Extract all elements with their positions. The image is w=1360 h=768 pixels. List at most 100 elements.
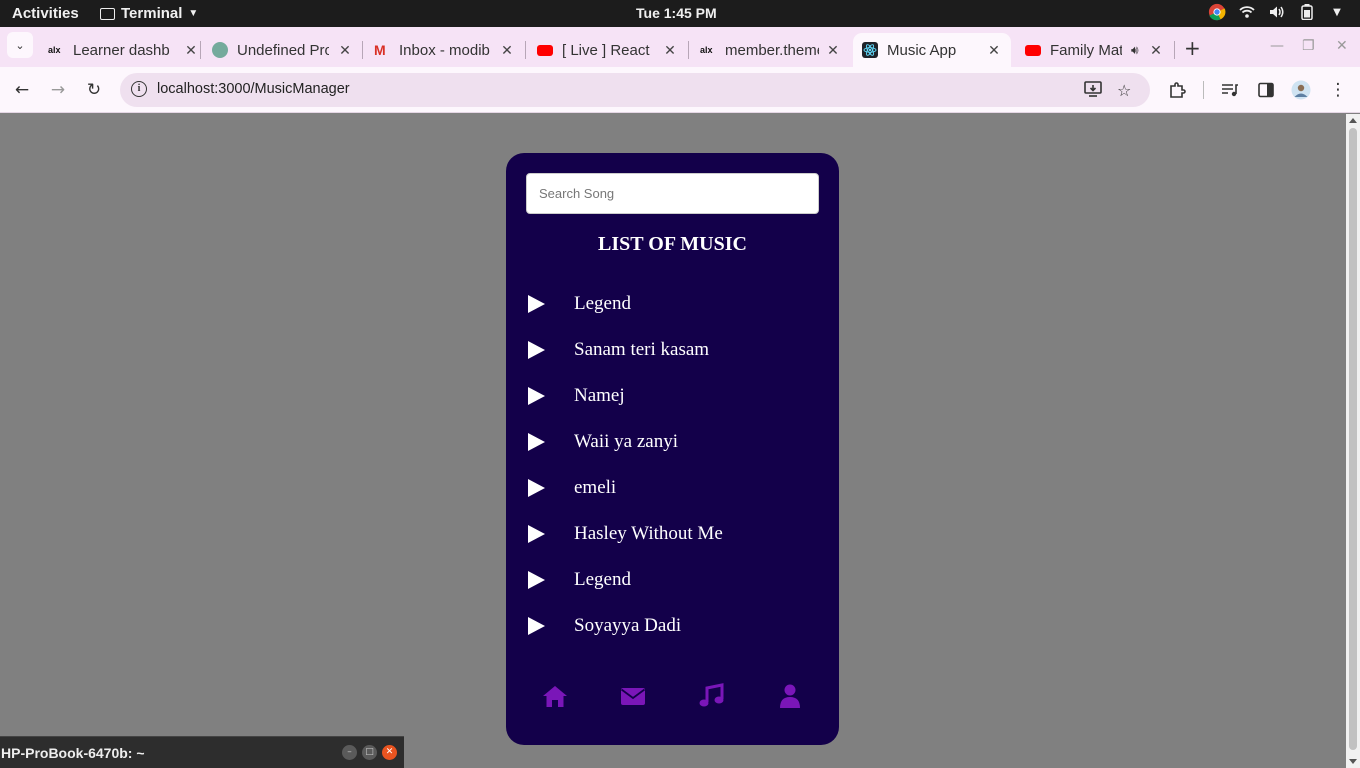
close-tab-icon[interactable]: ✕ xyxy=(500,42,514,59)
install-app-icon[interactable] xyxy=(1084,81,1102,101)
music-app-card: LIST OF MUSIC Legend Sanam teri kasam Na… xyxy=(506,153,839,745)
tab-title: Family Mat xyxy=(1050,41,1122,59)
tab-inbox[interactable]: M Inbox - modib ✕ xyxy=(374,33,514,67)
browser-tab-strip: ⌄ alx Learner dashb ✕ Undefined Pro ✕ M … xyxy=(0,27,1360,67)
bookmark-star-icon[interactable]: ☆ xyxy=(1117,81,1131,100)
media-controls-icon[interactable] xyxy=(1219,79,1241,101)
song-item[interactable]: Legend xyxy=(526,557,826,603)
song-name: emeli xyxy=(574,477,617,498)
song-name: Soyayya Dadi xyxy=(574,615,682,636)
play-icon[interactable] xyxy=(528,479,545,497)
gmail-favicon-icon: M xyxy=(374,42,386,58)
close-tab-icon[interactable]: ✕ xyxy=(826,42,840,59)
kebab-menu-icon[interactable]: ⋮ xyxy=(1327,79,1349,101)
profile-avatar-icon[interactable] xyxy=(1290,79,1312,101)
volume-icon[interactable] xyxy=(1268,3,1286,21)
play-icon[interactable] xyxy=(528,295,545,313)
play-icon[interactable] xyxy=(528,433,545,451)
tab-title: Music App xyxy=(887,41,957,59)
song-item[interactable]: Namej xyxy=(526,373,826,419)
clock[interactable]: Tue 1:45 PM xyxy=(636,5,717,21)
tab-title: Inbox - modib xyxy=(399,41,490,59)
close-icon[interactable]: ✕ xyxy=(382,745,397,760)
minimize-icon[interactable]: – xyxy=(342,745,357,760)
tab-divider xyxy=(525,41,526,59)
play-icon[interactable] xyxy=(528,617,545,635)
chatgpt-favicon-icon xyxy=(212,42,228,58)
terminal-window[interactable]: HP-ProBook-6470b: ~ – □ ✕ xyxy=(0,736,404,768)
minimize-window-icon[interactable]: — xyxy=(1270,38,1284,54)
play-icon[interactable] xyxy=(528,387,545,405)
forward-arrow-icon[interactable]: → xyxy=(47,79,69,101)
song-item[interactable]: emeli xyxy=(526,465,826,511)
youtube-favicon-icon xyxy=(1025,44,1041,56)
new-tab-plus-icon[interactable]: + xyxy=(1184,36,1201,60)
system-menu-chevron-icon[interactable]: ▼ xyxy=(1328,3,1346,21)
song-name: Legend xyxy=(574,569,631,590)
home-icon[interactable] xyxy=(541,683,569,711)
tab-member-theme[interactable]: alx member.theme ✕ xyxy=(700,33,840,67)
page-scrollbar[interactable] xyxy=(1346,114,1360,768)
scroll-up-arrow-icon[interactable] xyxy=(1349,118,1357,123)
address-bar[interactable]: i localhost:3000/MusicManager ☆ xyxy=(120,73,1150,107)
terminal-app-label: Terminal xyxy=(121,5,183,22)
chrome-icon[interactable] xyxy=(1208,3,1226,21)
tab-family-matters[interactable]: Family Mat 🔊︎ ✕ xyxy=(1025,33,1163,67)
play-icon[interactable] xyxy=(528,341,545,359)
tab-music-app[interactable]: Music App ✕ xyxy=(853,33,1011,67)
close-tab-icon[interactable]: ✕ xyxy=(1149,42,1163,59)
youtube-favicon-icon xyxy=(537,44,553,56)
scroll-down-arrow-icon[interactable] xyxy=(1349,759,1357,764)
activities-button[interactable]: Activities xyxy=(12,5,79,22)
scrollbar-thumb[interactable] xyxy=(1349,128,1357,750)
site-info-icon[interactable]: i xyxy=(131,81,147,97)
song-list: Legend Sanam teri kasam Namej Waii ya za… xyxy=(526,281,826,649)
close-tab-icon[interactable]: ✕ xyxy=(987,42,1001,59)
close-tab-icon[interactable]: ✕ xyxy=(184,42,198,59)
system-top-bar: Activities Terminal ▼ Tue 1:45 PM ▼ xyxy=(0,0,1360,27)
tab-title: Undefined Pro xyxy=(237,41,329,59)
search-song-input[interactable] xyxy=(526,173,819,214)
tab-divider xyxy=(688,41,689,59)
list-title: LIST OF MUSIC xyxy=(598,233,747,255)
song-name: Legend xyxy=(574,293,631,314)
extensions-puzzle-icon[interactable] xyxy=(1166,79,1188,101)
tab-undefined-project[interactable]: Undefined Pro ✕ xyxy=(212,33,352,67)
tab-learner-dashboard[interactable]: alx Learner dashb ✕ xyxy=(48,33,198,67)
react-favicon-icon xyxy=(862,42,878,58)
song-item[interactable]: Waii ya zanyi xyxy=(526,419,826,465)
close-tab-icon[interactable]: ✕ xyxy=(338,42,352,59)
tab-title: Learner dashb xyxy=(73,41,170,59)
song-item[interactable]: Soyayya Dadi xyxy=(526,603,826,649)
play-icon[interactable] xyxy=(528,525,545,543)
song-name: Hasley Without Me xyxy=(574,523,723,544)
song-item[interactable]: Legend xyxy=(526,281,826,327)
song-item[interactable]: Sanam teri kasam xyxy=(526,327,826,373)
user-icon[interactable] xyxy=(776,683,804,711)
song-name: Namej xyxy=(574,385,625,406)
wifi-icon[interactable] xyxy=(1238,3,1256,21)
mail-icon[interactable] xyxy=(619,683,647,711)
music-note-icon[interactable] xyxy=(698,683,726,711)
restore-window-icon[interactable]: ❐ xyxy=(1302,38,1315,54)
tab-title: [ Live ] React xyxy=(562,41,650,59)
browser-toolbar: ← → ↻ i localhost:3000/MusicManager ☆ ⋮ xyxy=(0,67,1360,113)
terminal-app-menu[interactable]: Terminal ▼ xyxy=(100,5,198,22)
tab-search-chevron-icon[interactable]: ⌄ xyxy=(7,32,33,58)
audio-playing-icon[interactable]: 🔊︎ xyxy=(1131,43,1139,58)
reload-icon[interactable]: ↻ xyxy=(83,79,105,101)
maximize-icon[interactable]: □ xyxy=(362,745,377,760)
chevron-down-icon: ▼ xyxy=(188,8,199,19)
close-tab-icon[interactable]: ✕ xyxy=(663,42,677,59)
battery-icon[interactable] xyxy=(1298,3,1316,21)
play-icon[interactable] xyxy=(528,571,545,589)
song-item[interactable]: Hasley Without Me xyxy=(526,511,826,557)
tab-live-react[interactable]: [ Live ] React ✕ xyxy=(537,33,677,67)
bottom-navigation xyxy=(506,683,839,713)
back-arrow-icon[interactable]: ← xyxy=(11,79,33,101)
side-panel-icon[interactable] xyxy=(1255,79,1277,101)
close-window-icon[interactable]: ✕ xyxy=(1336,38,1348,54)
url-text[interactable]: localhost:3000/MusicManager xyxy=(157,81,350,97)
song-name: Waii ya zanyi xyxy=(574,431,678,452)
tab-divider xyxy=(1174,41,1175,59)
